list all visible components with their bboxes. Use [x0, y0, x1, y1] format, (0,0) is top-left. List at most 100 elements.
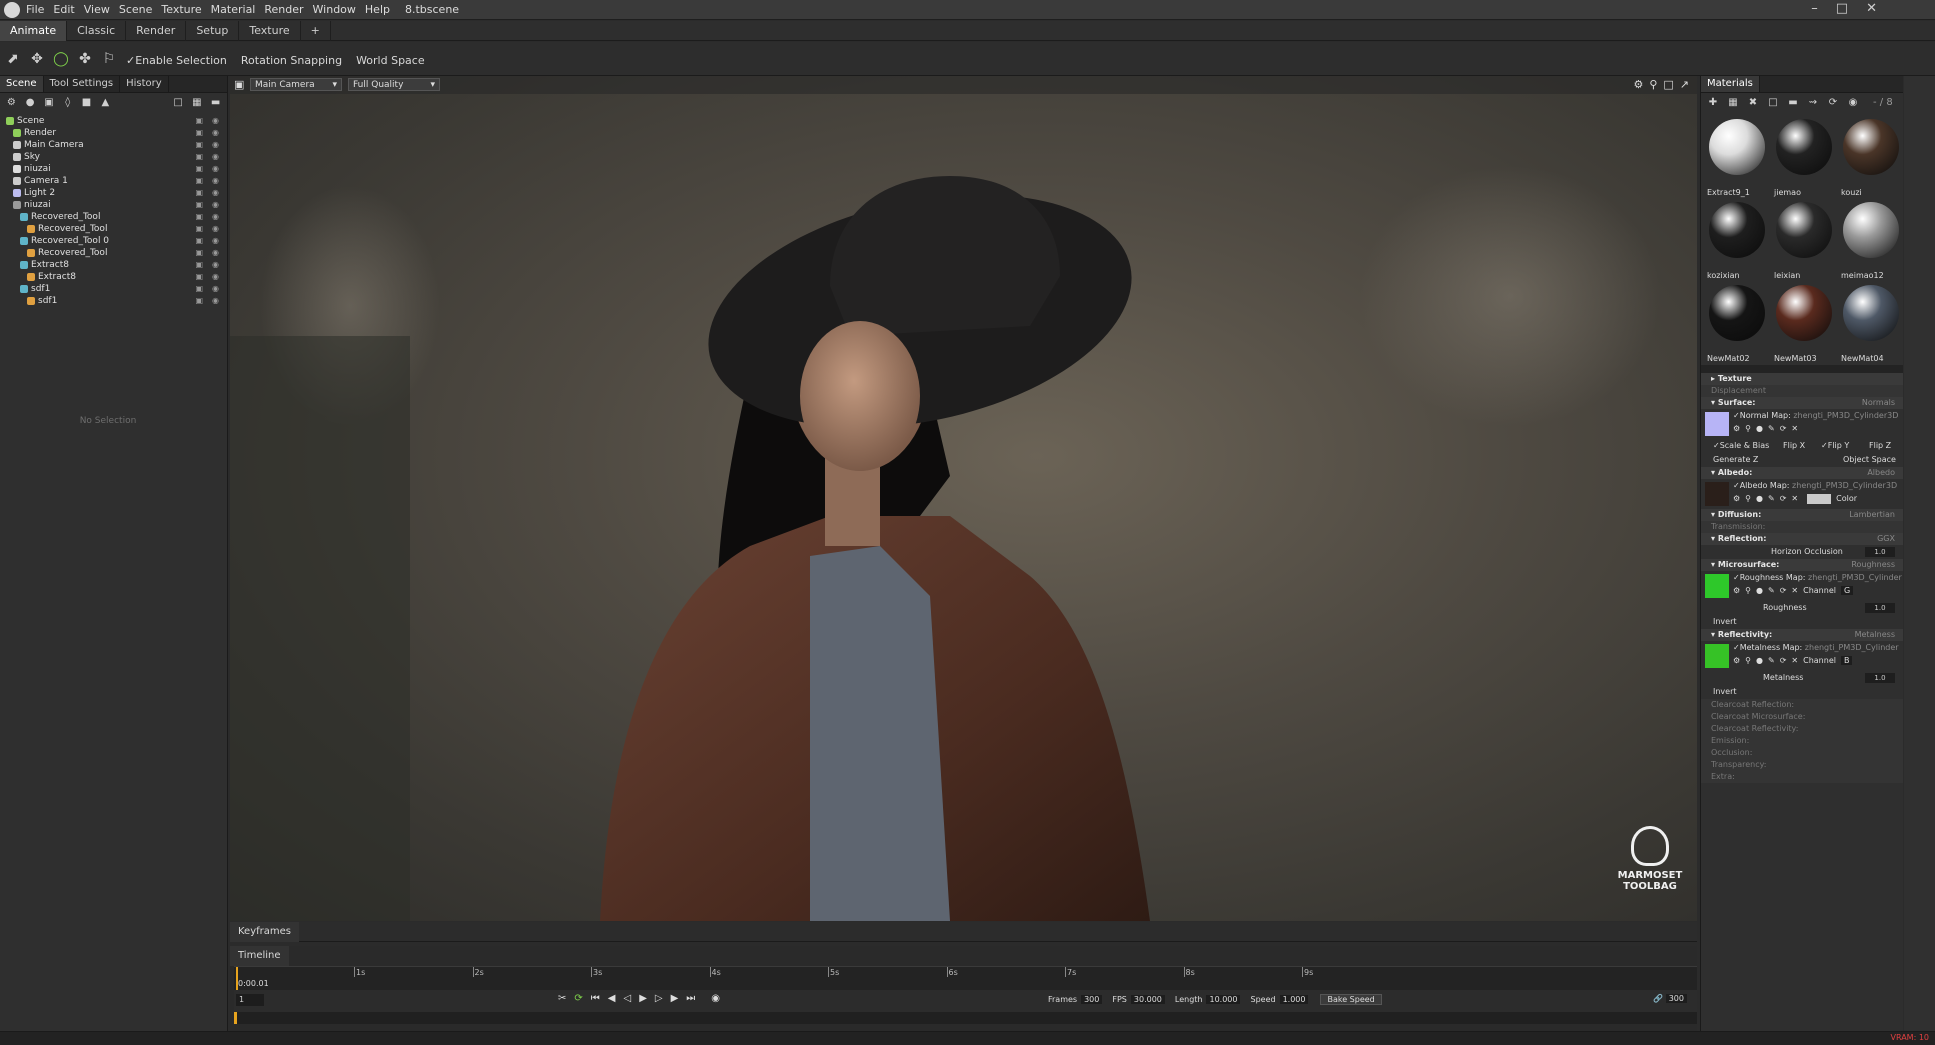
mode-tab-setup[interactable]: Setup	[186, 21, 240, 41]
visibility-eye-icon[interactable]: ◉	[212, 259, 219, 271]
lock-icon[interactable]: ▣	[195, 235, 203, 247]
next-key-icon[interactable]: ▶	[671, 993, 679, 1004]
go-start-icon[interactable]: ⏮	[591, 993, 600, 1004]
assign-icon[interactable]: ⇝	[1807, 97, 1819, 109]
visibility-eye-icon[interactable]: ◉	[212, 199, 219, 211]
flip-z-checkbox[interactable]: Flip Z	[1869, 439, 1891, 453]
prev-frame-icon[interactable]: ◁	[623, 993, 631, 1004]
add-mesh-icon[interactable]: ▲	[100, 97, 111, 109]
color-swatch[interactable]	[1807, 494, 1832, 504]
gear-icon[interactable]: ⚙	[1733, 586, 1740, 595]
folder-icon[interactable]: □	[173, 97, 184, 109]
visibility-eye-icon[interactable]: ◉	[212, 163, 219, 175]
section-transmission[interactable]: Transmission:	[1701, 521, 1903, 533]
section-surface[interactable]: ▾ Surface: Normals	[1701, 397, 1903, 409]
lock-icon[interactable]: ▣	[195, 271, 203, 283]
edit-icon[interactable]: ✎	[1768, 656, 1775, 665]
record-icon[interactable]: ◉	[711, 993, 720, 1004]
section-microsurface[interactable]: ▾ Microsurface: Roughness	[1701, 559, 1903, 571]
loop-icon[interactable]: ⟳	[574, 993, 582, 1004]
world-space-toggle[interactable]: World Space	[356, 54, 425, 67]
section-collapsed[interactable]: Occlusion:	[1701, 747, 1903, 759]
timeline-scrubber[interactable]	[234, 1012, 1697, 1024]
viewport-menu-icon[interactable]: ▣	[234, 78, 244, 91]
menu-render[interactable]: Render	[264, 3, 303, 16]
lock-icon[interactable]: ▣	[195, 283, 203, 295]
refresh-icon[interactable]: ⟳	[1780, 586, 1787, 595]
add-group-icon[interactable]: ■	[81, 97, 92, 109]
gear-icon[interactable]: ⚙	[1733, 494, 1740, 504]
frames-field[interactable]: 300	[1081, 995, 1103, 1004]
tree-item[interactable]: sdf1 ▣ ◉	[6, 283, 227, 295]
horizon-occlusion-field[interactable]: 1.0	[1865, 547, 1895, 557]
settings-gear-icon[interactable]: ⚙	[1633, 78, 1643, 91]
timeline-tab[interactable]: Timeline	[230, 946, 289, 966]
next-frame-icon[interactable]: ▷	[655, 993, 663, 1004]
scissors-icon[interactable]: ✂	[558, 993, 566, 1004]
menu-help[interactable]: Help	[365, 3, 390, 16]
menu-view[interactable]: View	[84, 3, 110, 16]
microsurface-mode[interactable]: Roughness	[1851, 559, 1895, 571]
lock-icon[interactable]: ▣	[195, 295, 203, 307]
add-light-icon[interactable]: ●	[25, 97, 36, 109]
mode-tab-classic[interactable]: Classic	[67, 21, 127, 41]
pivot-icon[interactable]: ⚐	[100, 50, 118, 68]
section-collapsed[interactable]: Clearcoat Microsurface:	[1701, 711, 1903, 723]
lock-icon[interactable]: ▣	[195, 259, 203, 271]
mode-tab-animate[interactable]: Animate	[0, 21, 68, 41]
search-icon[interactable]: ⚲	[1745, 424, 1751, 433]
section-collapsed[interactable]: Emission:	[1701, 735, 1903, 747]
tree-item[interactable]: Scene ▣ ◉	[6, 115, 227, 127]
gear-icon[interactable]: ⚙	[1733, 424, 1740, 433]
visibility-eye-icon[interactable]: ◉	[212, 211, 219, 223]
visibility-eye-icon[interactable]: ◉	[212, 295, 219, 307]
search-icon[interactable]: ⚲	[1745, 656, 1751, 665]
tab-tool-settings[interactable]: Tool Settings	[44, 76, 121, 92]
fps-field[interactable]: 30.000	[1130, 995, 1165, 1004]
gear-icon[interactable]: ⚙	[1733, 656, 1740, 665]
section-collapsed[interactable]: Clearcoat Reflection:	[1701, 699, 1903, 711]
new-material-icon[interactable]: ✚	[1707, 97, 1719, 109]
delete-material-icon[interactable]: ▬	[1787, 97, 1799, 109]
material-thumbnail[interactable]: leixian	[1772, 200, 1836, 280]
lock-icon[interactable]: ▣	[195, 211, 203, 223]
maximize-viewport-icon[interactable]: □	[1663, 78, 1673, 91]
bake-speed-button[interactable]: Bake Speed	[1320, 994, 1382, 1005]
mode-tab-add[interactable]: +	[301, 21, 331, 41]
tree-item[interactable]: Extract8 ▣ ◉	[6, 271, 227, 283]
tab-history[interactable]: History	[120, 76, 169, 92]
roughness-field[interactable]: 1.0	[1865, 603, 1895, 613]
frame-field[interactable]: 1	[236, 994, 264, 1006]
visibility-eye-icon[interactable]: ◉	[212, 283, 219, 295]
visibility-eye-icon[interactable]: ◉	[212, 271, 219, 283]
lock-icon[interactable]: ▣	[195, 247, 203, 259]
mode-tab-texture[interactable]: Texture	[239, 21, 301, 41]
reflectivity-mode[interactable]: Metalness	[1855, 629, 1895, 641]
minimize-icon[interactable]: –	[1811, 1, 1818, 16]
lock-icon[interactable]: ▣	[195, 199, 203, 211]
section-collapsed[interactable]: Clearcoat Reflectivity:	[1701, 723, 1903, 735]
lock-icon[interactable]: ▣	[195, 187, 203, 199]
visibility-eye-icon[interactable]: ◉	[212, 151, 219, 163]
pick-material-icon[interactable]: ✖	[1747, 97, 1759, 109]
close-icon[interactable]: ✕	[1791, 424, 1798, 433]
tree-item[interactable]: Recovered_Tool ▣ ◉	[6, 211, 227, 223]
roughness-map-thumbnail[interactable]	[1705, 574, 1729, 598]
section-collapsed[interactable]: Extra:	[1701, 771, 1903, 783]
lock-icon[interactable]: ▣	[195, 139, 203, 151]
add-camera-icon[interactable]: ▣	[44, 97, 55, 109]
enable-selection-toggle[interactable]: ✓Enable Selection	[126, 54, 227, 67]
prev-key-icon[interactable]: ◀	[608, 993, 616, 1004]
delete-icon[interactable]: ▬	[210, 97, 221, 109]
lock-icon[interactable]: ▣	[195, 223, 203, 235]
edit-icon[interactable]: ✎	[1768, 586, 1775, 595]
menu-scene[interactable]: Scene	[119, 3, 153, 16]
sphere-icon[interactable]: ●	[1756, 494, 1763, 504]
search-icon[interactable]: ⚲	[1745, 586, 1751, 595]
select-arrow-icon[interactable]: ⬈	[4, 50, 22, 68]
playhead[interactable]	[236, 967, 238, 991]
refresh-icon[interactable]: ⟳	[1780, 494, 1787, 504]
visibility-eye-icon[interactable]: ◉	[212, 115, 219, 127]
sphere-icon[interactable]: ●	[1756, 424, 1763, 433]
material-thumbnail[interactable]: meimao12	[1839, 200, 1903, 280]
